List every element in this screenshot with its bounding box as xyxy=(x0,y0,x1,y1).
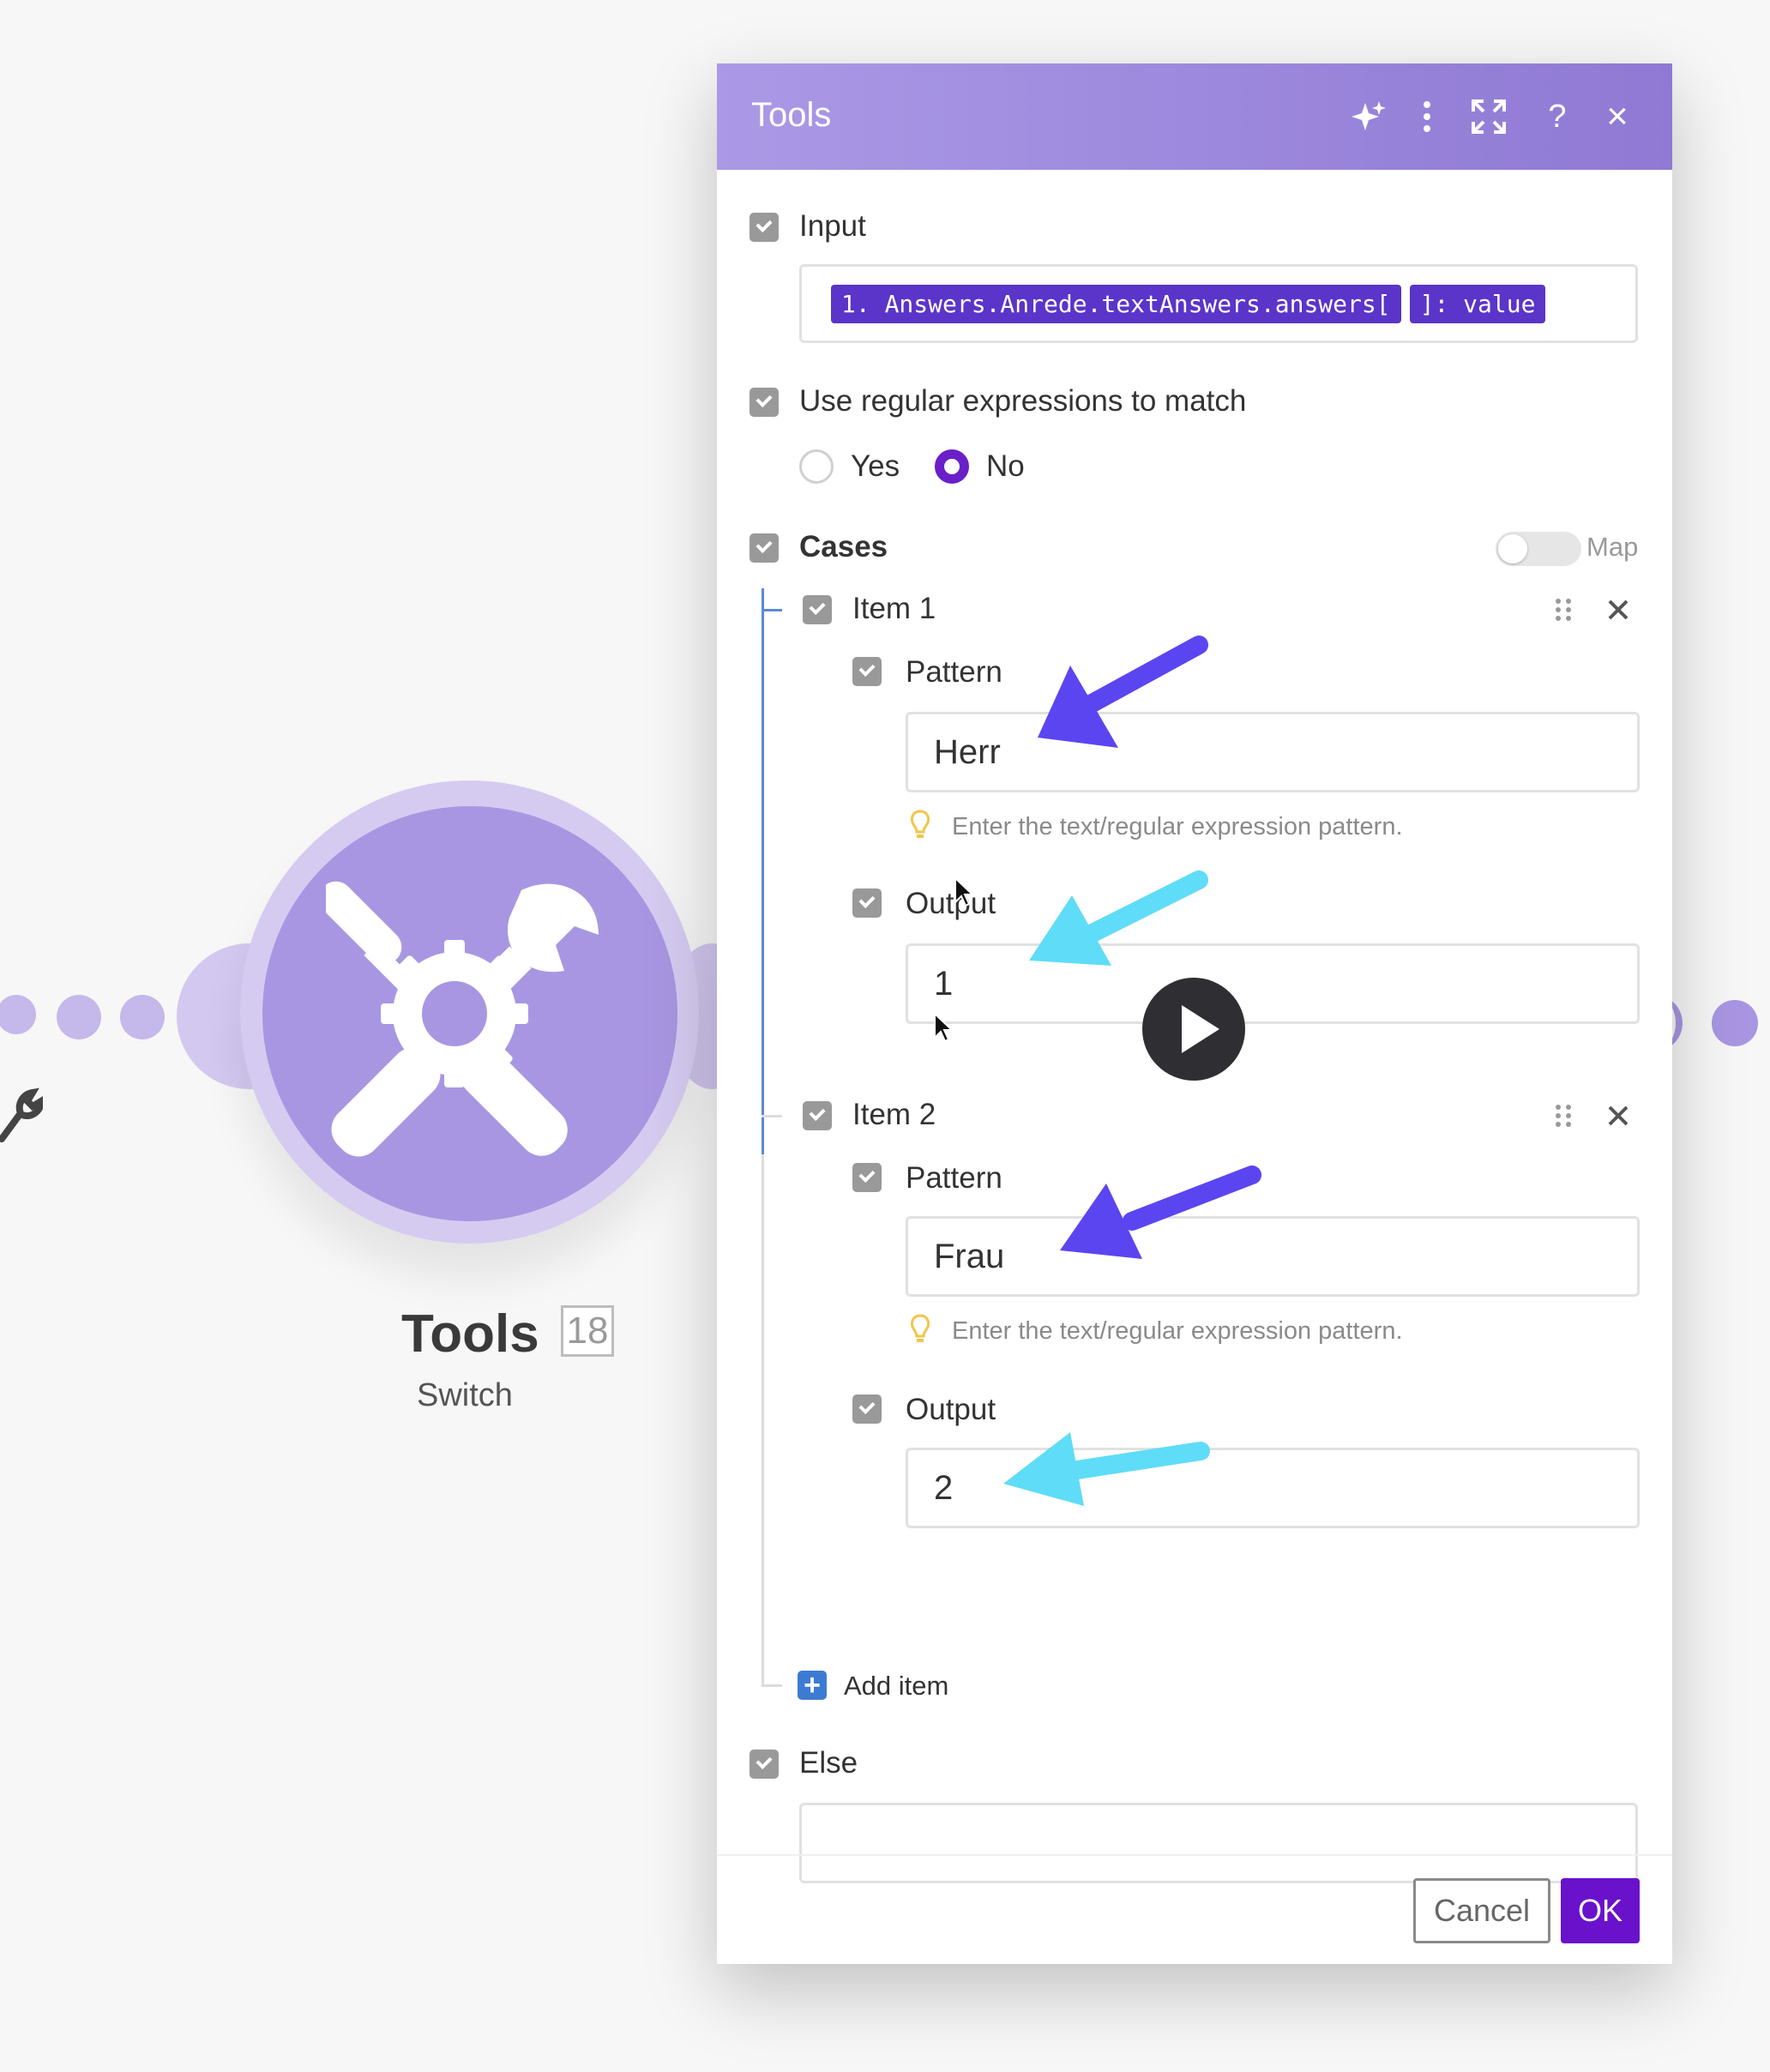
input-field[interactable]: 1. Answers.Anrede.textAnswers.answers[ ]… xyxy=(799,264,1638,343)
drag-handle-icon[interactable] xyxy=(1554,1103,1573,1129)
dialog-header: Tools ? × xyxy=(717,63,1672,170)
else-checkbox[interactable] xyxy=(750,1750,779,1779)
output-input[interactable]: 1 xyxy=(906,943,1640,1024)
map-toggle[interactable] xyxy=(1496,532,1581,566)
pattern-label: Pattern xyxy=(906,1161,1002,1195)
radio-yes[interactable] xyxy=(799,449,834,484)
node-title: Tools xyxy=(401,1304,539,1364)
output-checkbox[interactable] xyxy=(852,1394,882,1424)
cases-checkbox[interactable] xyxy=(750,533,779,563)
tree-branch xyxy=(762,1115,782,1117)
connector-dot xyxy=(0,995,36,1034)
mouse-cursor-icon xyxy=(954,876,974,907)
ok-button[interactable]: OK xyxy=(1561,1878,1640,1943)
output-checkbox[interactable] xyxy=(852,888,882,918)
radio-no[interactable] xyxy=(935,449,969,484)
cancel-button[interactable]: Cancel xyxy=(1413,1878,1550,1943)
map-label: Map xyxy=(1586,532,1639,562)
pattern-checkbox[interactable] xyxy=(852,657,882,686)
tree-line xyxy=(762,1154,764,1686)
input-label: Input xyxy=(799,209,866,243)
dialog-title: Tools xyxy=(751,96,832,134)
input-token[interactable]: ]: value xyxy=(1409,284,1546,323)
else-label: Else xyxy=(799,1746,858,1780)
close-icon[interactable]: × xyxy=(1597,96,1638,137)
tree-branch xyxy=(762,1684,782,1687)
pattern-input[interactable]: Frau xyxy=(906,1216,1640,1297)
lightbulb-icon xyxy=(910,810,930,838)
add-item-button[interactable]: Add item xyxy=(844,1671,948,1702)
else-input[interactable] xyxy=(799,1803,1638,1883)
regex-label: Use regular expressions to match xyxy=(799,384,1247,418)
mouse-cursor-icon xyxy=(934,1012,954,1043)
pattern-input[interactable]: Herr xyxy=(906,712,1640,792)
connector-dot xyxy=(120,995,165,1039)
pattern-hint: Enter the text/regular expression patter… xyxy=(952,813,1403,840)
wrench-icon[interactable] xyxy=(0,1082,43,1142)
connector-dot[interactable] xyxy=(1712,1000,1758,1046)
output-label: Output xyxy=(906,1393,996,1426)
node-subtitle: Switch xyxy=(417,1377,513,1413)
item1-checkbox[interactable] xyxy=(803,595,832,624)
add-item-icon[interactable]: + xyxy=(798,1671,827,1700)
input-checkbox[interactable] xyxy=(750,213,779,242)
lightbulb-icon xyxy=(910,1314,930,1342)
item1-label: Item 1 xyxy=(852,592,936,625)
drag-handle-icon[interactable] xyxy=(1554,597,1573,623)
radio-no-label[interactable]: No xyxy=(986,449,1025,484)
tree-branch xyxy=(762,609,782,611)
pattern-checkbox[interactable] xyxy=(852,1163,882,1192)
pattern-label: Pattern xyxy=(906,655,1002,689)
play-button[interactable] xyxy=(1142,978,1245,1081)
more-vertical-icon[interactable] xyxy=(1406,96,1448,137)
item2-checkbox[interactable] xyxy=(803,1101,832,1130)
output-label: Output xyxy=(906,887,996,920)
pattern-hint: Enter the text/regular expression patter… xyxy=(952,1317,1403,1345)
output-input[interactable]: 2 xyxy=(906,1448,1640,1528)
sparkle-icon[interactable] xyxy=(1348,96,1389,137)
cases-label: Cases xyxy=(799,530,888,563)
radio-yes-label[interactable]: Yes xyxy=(851,449,900,484)
regex-checkbox[interactable] xyxy=(750,388,779,417)
connector-dot xyxy=(57,995,101,1039)
tree-line-active xyxy=(762,588,764,1154)
help-icon[interactable]: ? xyxy=(1537,96,1578,137)
item2-label: Item 2 xyxy=(852,1098,936,1131)
remove-item-icon[interactable] xyxy=(1605,597,1631,623)
expand-icon[interactable] xyxy=(1468,96,1509,137)
remove-item-icon[interactable] xyxy=(1605,1103,1631,1129)
tools-icon xyxy=(326,881,599,1157)
node-id-badge: 18 xyxy=(561,1305,614,1357)
footer-divider xyxy=(717,1854,1672,1856)
input-token[interactable]: 1. Answers.Anrede.textAnswers.answers[ xyxy=(831,284,1401,323)
